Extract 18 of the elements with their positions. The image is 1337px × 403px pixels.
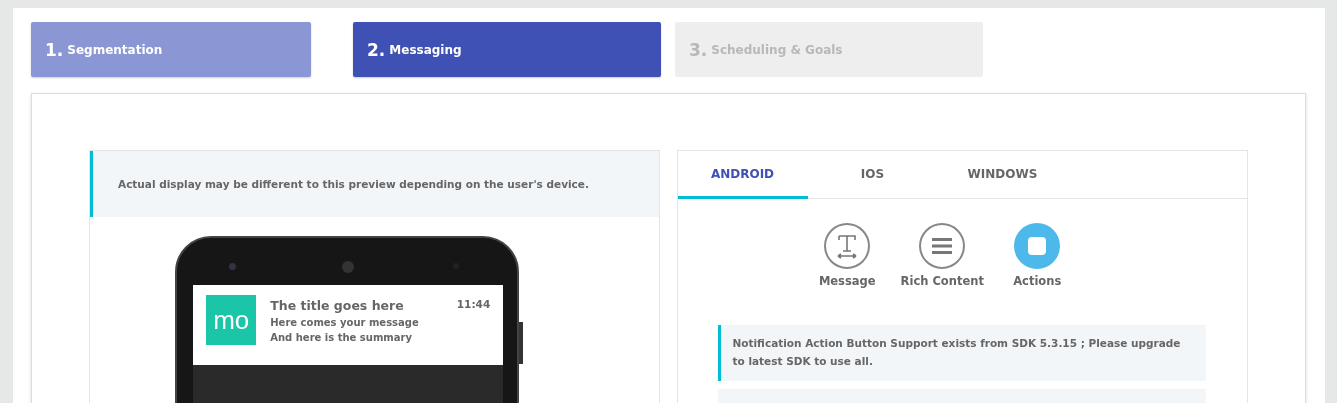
content-type-label[interactable]: Actions bbox=[1013, 274, 1062, 288]
content-type-label[interactable]: Message bbox=[818, 274, 876, 288]
sdk-note: Notification Action Button Support exists from SDK 5.3.15 ; Please upgrade to latest SDK to use all. bbox=[717, 325, 1206, 381]
notification-time: 11:44 bbox=[456, 298, 491, 312]
camera-icon bbox=[229, 263, 237, 270]
step-tab[interactable]: 2. Messaging bbox=[353, 22, 661, 77]
speaker-icon bbox=[342, 261, 355, 273]
platform-tab[interactable]: ANDROID bbox=[677, 151, 808, 199]
lines-icon[interactable] bbox=[919, 223, 966, 269]
notification-title: The title goes here bbox=[270, 298, 404, 313]
notification-summary: And here is the summary bbox=[270, 332, 413, 343]
preview-note: Actual display may be different to this preview depending on the user's device. bbox=[90, 151, 659, 217]
platform-tab[interactable]: IOS bbox=[807, 151, 938, 199]
app-logo: mo bbox=[206, 295, 257, 345]
notification-message: Here comes your message bbox=[270, 317, 420, 328]
content-type-label[interactable]: Rich Content bbox=[900, 274, 984, 288]
text-format-icon[interactable] bbox=[824, 223, 871, 269]
platform-tab[interactable]: WINDOWS bbox=[937, 151, 1068, 199]
